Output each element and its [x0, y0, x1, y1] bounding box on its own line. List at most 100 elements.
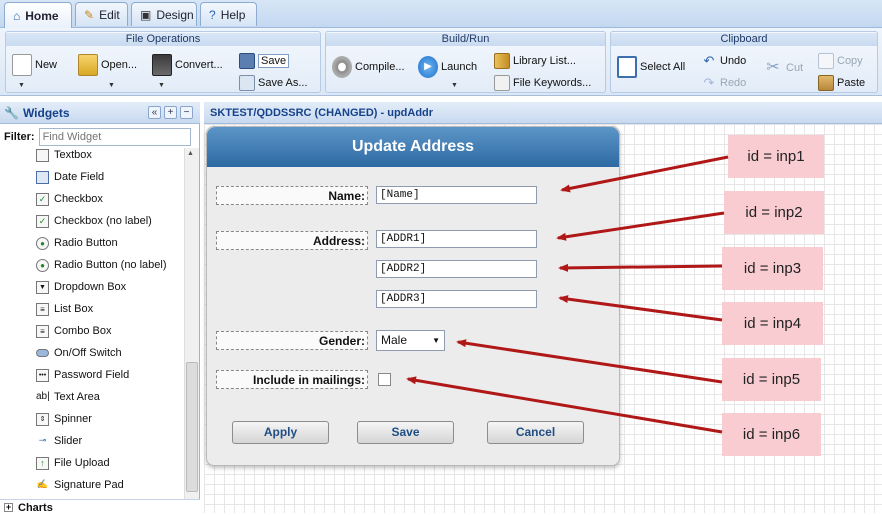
address-line2-input[interactable]: [ADDR2] [376, 260, 537, 278]
widget-item-radio-button[interactable]: ● Radio Button [36, 233, 118, 253]
widget-item-radio-button-no-label[interactable]: ● Radio Button (no label) [36, 255, 167, 275]
convert-label: Convert... [175, 59, 223, 71]
tab-home-label: Home [25, 8, 59, 23]
canvas-title: SKTEST/QDDSSRC (CHANGED) - updAddr [210, 106, 434, 119]
open-label: Open... [101, 59, 138, 71]
checkbox-icon: ✓ [36, 214, 49, 228]
library-list-label: Library List... [513, 55, 576, 67]
widget-label: Text Area [54, 391, 100, 403]
convert-button[interactable]: Convert... [152, 54, 223, 76]
launch-button[interactable]: ▶ Launch [418, 56, 477, 78]
open-folder-icon [78, 54, 98, 76]
widget-item-list-box[interactable]: ≡ List Box [36, 299, 93, 319]
widget-item-combo-box[interactable]: ≡ Combo Box [36, 321, 111, 341]
name-label: Name: [216, 186, 368, 205]
widget-item-slider[interactable]: ⊸ Slider [36, 431, 82, 451]
tab-help[interactable]: ? Help [200, 2, 257, 26]
widget-item-file-upload[interactable]: ↑ File Upload [36, 453, 110, 473]
design-icon: ▣ [140, 7, 152, 22]
expand-all-button[interactable]: + [164, 106, 177, 119]
text-area-icon: ab| [36, 390, 50, 402]
play-icon: ▶ [418, 56, 438, 78]
widget-list-scrollbar[interactable]: ▲ [184, 148, 199, 503]
address-line1-input[interactable]: [ADDR1] [376, 230, 537, 248]
mailings-checkbox[interactable] [378, 373, 391, 386]
widget-label: Radio Button [54, 237, 118, 249]
name-input[interactable]: [Name] [376, 186, 537, 204]
callout-inp1: id = inp1 [728, 135, 824, 178]
library-list-button[interactable]: Library List... [494, 53, 576, 69]
widget-search-input[interactable] [38, 128, 191, 146]
cancel-button[interactable]: Cancel [487, 421, 584, 444]
tab-design[interactable]: ▣ Design [131, 2, 197, 26]
open-dropdown-arrow-icon[interactable]: ▼ [108, 82, 115, 89]
scroll-up-arrow-icon[interactable]: ▲ [187, 150, 194, 157]
paste-label: Paste [837, 77, 866, 89]
widget-item-password-field[interactable]: ••• Password Field [36, 365, 129, 385]
collapse-panel-button[interactable]: « [148, 106, 161, 119]
copy-icon [818, 53, 834, 69]
scroll-thumb[interactable] [186, 362, 198, 492]
save-as-button[interactable]: Save As... [239, 75, 308, 91]
widget-label: Radio Button (no label) [54, 259, 167, 271]
undo-button[interactable]: ↶ Undo [701, 53, 747, 69]
file-keywords-icon [494, 75, 510, 91]
home-icon: ⌂ [13, 8, 21, 23]
paste-button[interactable]: Paste [818, 75, 865, 91]
save-button[interactable]: Save [239, 53, 290, 69]
copy-button[interactable]: Copy [818, 53, 863, 69]
launch-dropdown-arrow-icon[interactable]: ▼ [451, 82, 458, 89]
save-dialog-button[interactable]: Save [357, 421, 454, 444]
select-all-icon [617, 56, 637, 78]
chevron-down-icon: ▼ [432, 336, 440, 345]
widget-item-text-area[interactable]: ab| Text Area [36, 387, 100, 407]
filter-label: Filter: [4, 131, 35, 143]
floppy-disk-icon [239, 53, 255, 69]
widget-item-on-off-switch[interactable]: On/Off Switch [36, 343, 122, 363]
widget-item-checkbox[interactable]: ✓ Checkbox [36, 189, 103, 209]
widget-item-dropdown-box[interactable]: ▼ Dropdown Box [36, 277, 126, 297]
tab-edit[interactable]: ✎ Edit [75, 2, 128, 26]
select-all-button[interactable]: Select All [617, 56, 685, 78]
widget-label: Checkbox (no label) [54, 215, 152, 227]
new-button[interactable]: New [12, 54, 57, 76]
callout-inp2: id = inp2 [724, 191, 824, 234]
save-label: Save [258, 54, 290, 68]
widget-item-checkbox-no-label[interactable]: ✓ Checkbox (no label) [36, 211, 152, 231]
new-dropdown-arrow-icon[interactable]: ▼ [18, 82, 25, 89]
compile-button[interactable]: Compile... [332, 56, 405, 78]
apply-button[interactable]: Apply [232, 421, 329, 444]
widget-item-date-field[interactable]: Date Field [36, 167, 104, 187]
collapse-all-button[interactable]: − [180, 106, 193, 119]
slider-icon: ⊸ [38, 434, 47, 445]
copy-label: Copy [837, 55, 863, 67]
cut-button[interactable]: ✂ Cut [763, 57, 803, 79]
open-button[interactable]: Open... [78, 54, 137, 76]
new-label: New [35, 59, 58, 71]
redo-label: Redo [720, 77, 747, 89]
file-keywords-button[interactable]: File Keywords... [494, 75, 591, 91]
library-icon [494, 53, 510, 69]
address-line3-input[interactable]: [ADDR3] [376, 290, 537, 308]
file-keywords-label: File Keywords... [513, 77, 592, 89]
undo-label: Undo [720, 55, 747, 67]
convert-dropdown-arrow-icon[interactable]: ▼ [158, 82, 165, 89]
widgets-panel: 🔧 Widgets « + − Filter: Textbox Date Fie… [0, 102, 200, 515]
widget-item-spinner[interactable]: ⇕ Spinner [36, 409, 92, 429]
widgets-title: Widgets [22, 105, 70, 120]
redo-button[interactable]: ↷ Redo [701, 75, 747, 91]
tab-home[interactable]: ⌂ Home [4, 2, 72, 28]
undo-icon: ↶ [703, 53, 715, 68]
wrench-icon: 🔧 [4, 105, 19, 120]
tab-design-label: Design [156, 7, 194, 22]
address-label: Address: [216, 231, 368, 250]
cut-label: Cut [786, 62, 804, 74]
gender-select[interactable]: Male ▼ [376, 330, 445, 351]
update-address-dialog: Update Address Name: [Name] Address: [AD… [206, 126, 620, 466]
tab-help-label: Help [220, 7, 246, 22]
pencil-icon: ✎ [84, 7, 95, 22]
widget-item-signature-pad[interactable]: ✍ Signature Pad [36, 475, 124, 495]
widget-item-textbox[interactable]: Textbox [36, 148, 92, 165]
checkbox-icon: ✓ [36, 192, 49, 206]
group-file-operations: File Operations New ▼ Open... ▼ Convert.… [5, 31, 321, 93]
